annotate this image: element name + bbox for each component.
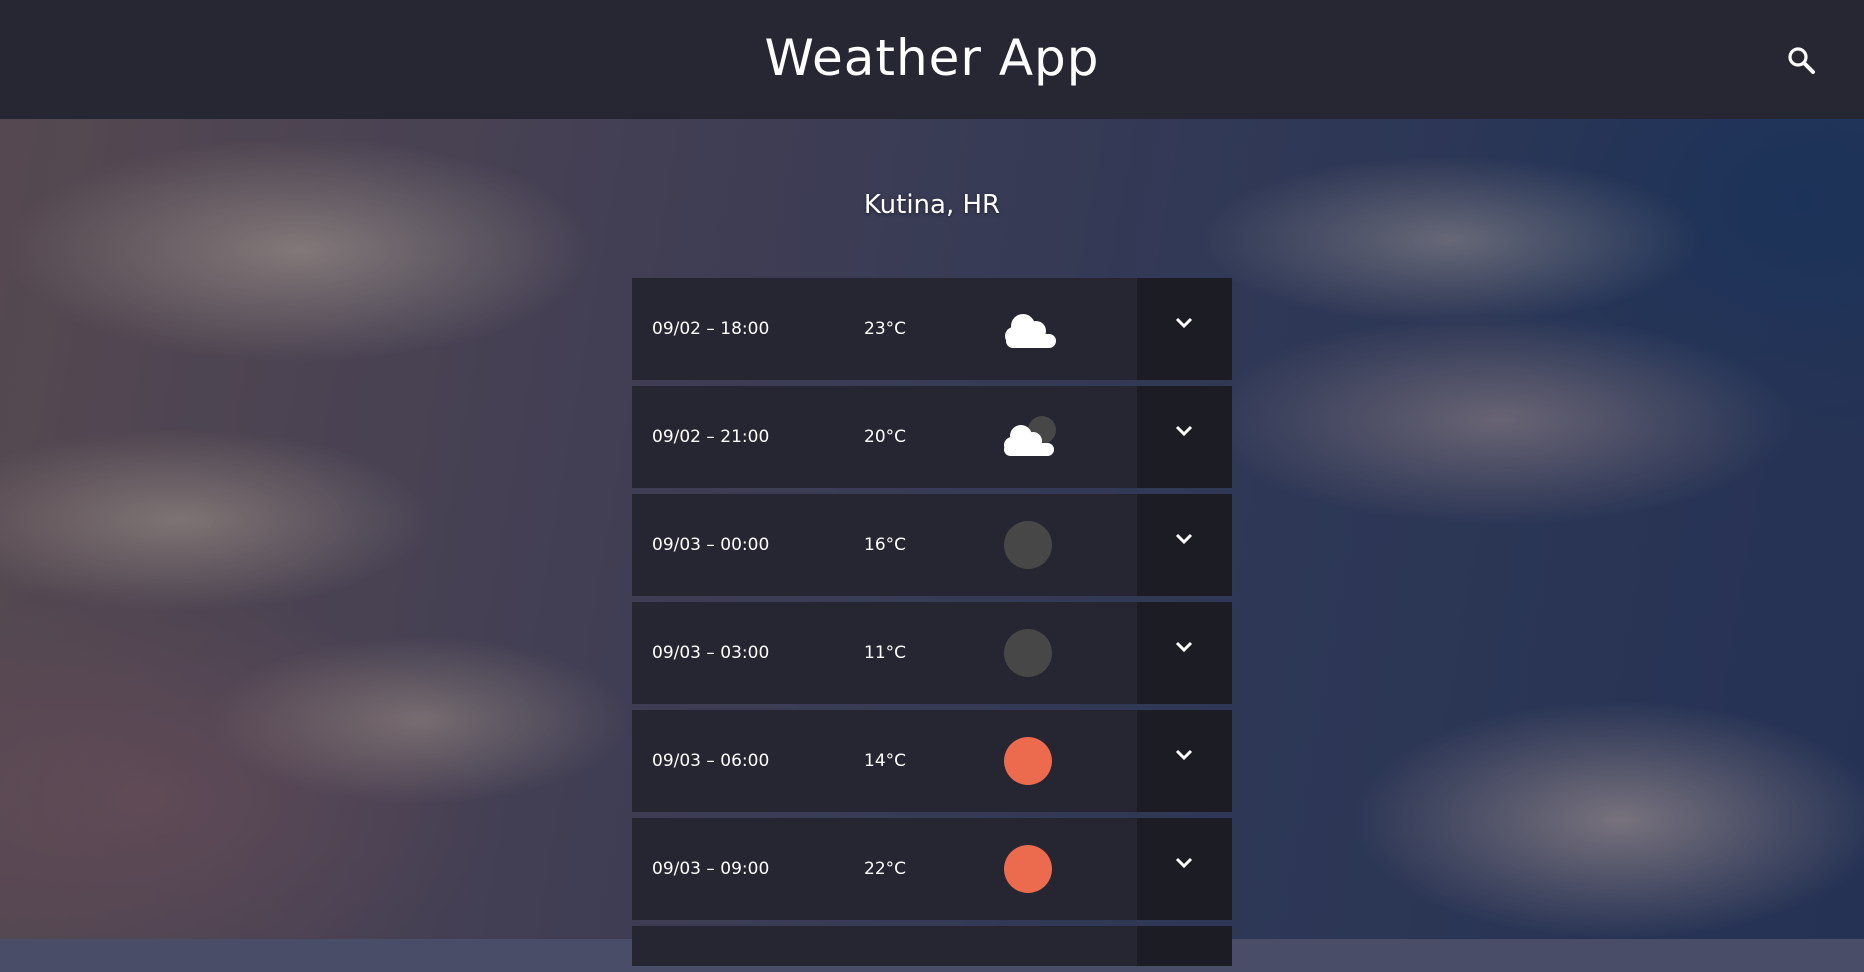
- forecast-row[interactable]: [632, 926, 1232, 966]
- forecast-time: 09/03 – 03:00: [652, 643, 770, 663]
- forecast-row[interactable]: 09/03 – 09:00 22°C: [632, 818, 1232, 920]
- expand-toggle[interactable]: [1137, 278, 1232, 380]
- chevron-down-icon: [1175, 749, 1193, 761]
- chevron-down-icon: [1175, 533, 1193, 545]
- chevron-down-icon: [1175, 317, 1193, 329]
- forecast-temp: 14°C: [864, 751, 907, 771]
- forecast-time: 09/03 – 00:00: [652, 535, 770, 555]
- forecast-list: 09/02 – 18:00 23°C 09/02 – 21:00 20°C 09…: [632, 278, 1232, 972]
- expand-toggle[interactable]: [1137, 494, 1232, 596]
- expand-toggle[interactable]: [1137, 386, 1232, 488]
- chevron-down-icon: [1175, 641, 1193, 653]
- forecast-time: 09/03 – 09:00: [652, 859, 770, 879]
- moon-icon: [996, 628, 1060, 678]
- forecast-time: 09/02 – 18:00: [652, 319, 770, 339]
- cloud-icon: [996, 304, 1060, 354]
- forecast-row[interactable]: 09/02 – 18:00 23°C: [632, 278, 1232, 380]
- forecast-temp: 22°C: [864, 859, 907, 879]
- expand-toggle[interactable]: [1137, 710, 1232, 812]
- forecast-temp: 11°C: [864, 643, 907, 663]
- forecast-temp: 23°C: [864, 319, 907, 339]
- location-title: Kutina, HR: [863, 190, 1001, 220]
- forecast-time: 09/02 – 21:00: [652, 427, 770, 447]
- forecast-temp: 20°C: [864, 427, 907, 447]
- search-icon[interactable]: [1786, 45, 1816, 75]
- sun-icon: [996, 844, 1060, 894]
- forecast-time: 09/03 – 06:00: [652, 751, 770, 771]
- moon-icon: [996, 520, 1060, 570]
- forecast-row[interactable]: 09/03 – 00:00 16°C: [632, 494, 1232, 596]
- forecast-row[interactable]: 09/03 – 06:00 14°C: [632, 710, 1232, 812]
- chevron-down-icon: [1175, 425, 1193, 437]
- forecast-row[interactable]: 09/03 – 03:00 11°C: [632, 602, 1232, 704]
- expand-toggle[interactable]: [1137, 818, 1232, 920]
- sun-icon: [996, 736, 1060, 786]
- forecast-row[interactable]: 09/02 – 21:00 20°C: [632, 386, 1232, 488]
- app-header: Weather App: [0, 0, 1864, 119]
- forecast-temp: 16°C: [864, 535, 907, 555]
- app-title: Weather App: [764, 29, 1100, 87]
- cloud-moon-icon: [996, 412, 1060, 462]
- expand-toggle[interactable]: [1137, 926, 1232, 966]
- chevron-down-icon: [1175, 857, 1193, 869]
- expand-toggle[interactable]: [1137, 602, 1232, 704]
